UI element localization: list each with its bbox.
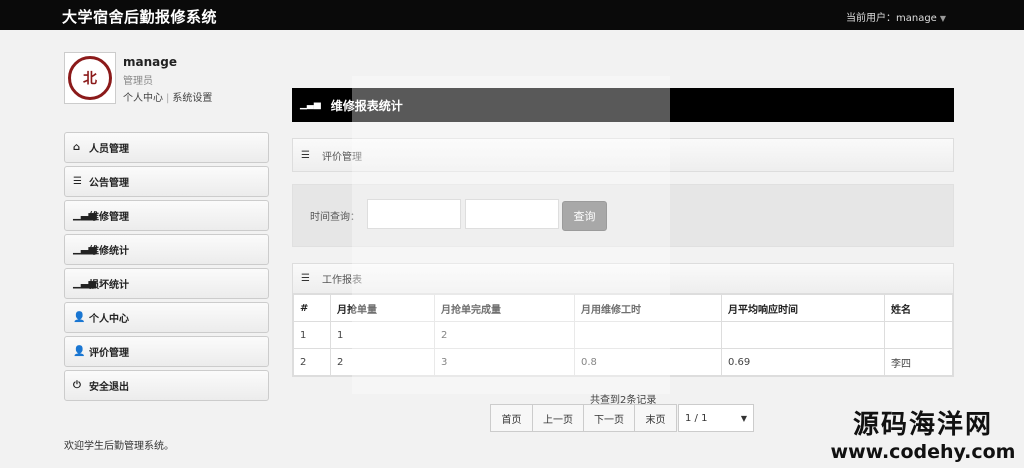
corner-watermark: 源码海洋网 www.codehy.com <box>822 410 1024 468</box>
table-header-row: # 月抢单量 月抢单完成量 月用维修工时 月平均响应时间 姓名 <box>293 294 953 322</box>
page-select[interactable]: 1 / 1 ▼ <box>678 404 754 432</box>
table-cell <box>721 321 885 349</box>
signal-icon: ▁▃▅ <box>73 244 97 255</box>
sidebar-item-repair-stats[interactable]: ▁▃▅ 维修统计 <box>64 234 269 265</box>
report-table: # 月抢单量 月抢单完成量 月用维修工时 月平均响应时间 姓名 1 1 2 2 … <box>293 294 953 376</box>
system-settings-link[interactable]: 系统设置 <box>172 93 212 104</box>
table-cell: 2 <box>293 348 331 376</box>
table-cell <box>884 321 953 349</box>
avatar: 北 <box>64 52 116 104</box>
app-title[interactable]: 大学宿舍后勤报修系统 <box>62 6 217 27</box>
prev-page-button[interactable]: 上一页 <box>532 404 584 432</box>
top-navbar: 大学宿舍后勤报修系统 当前用户：manage ▼ <box>0 0 1024 30</box>
report-panel-title: 工作报表 <box>321 275 362 286</box>
sidebar-item-label: 安全退出 <box>89 382 129 393</box>
page-select-value: 1 / 1 <box>685 412 708 424</box>
pagination: 首页 上一页 下一页 末页 1 / 1 ▼ <box>490 404 754 432</box>
sidebar-item-logout[interactable]: ⏻ 安全退出 <box>64 370 269 401</box>
time-query-label: 时间查询： <box>310 212 360 223</box>
sidebar-item-label: 评价管理 <box>89 348 129 359</box>
list-icon: ☰ <box>73 176 82 187</box>
sidebar-item-personnel[interactable]: ⌂ 人员管理 <box>64 132 269 163</box>
eval-panel-title: 评价管理 <box>321 151 362 163</box>
table-cell: 2 <box>330 348 435 376</box>
table-row: 1 1 2 <box>293 321 953 349</box>
home-icon: ⌂ <box>73 142 81 153</box>
power-icon: ⏻ <box>73 380 81 391</box>
query-button[interactable]: 查询 <box>562 201 607 231</box>
query-panel: 时间查询： 查询 <box>292 184 954 247</box>
column-header: 月平均响应时间 <box>721 294 885 322</box>
welcome-text: 欢迎学生后勤管理系统。 <box>64 441 174 452</box>
sidebar-item-label: 维修管理 <box>89 212 129 223</box>
first-page-button[interactable]: 首页 <box>490 404 533 432</box>
list-icon: ☰ <box>301 149 310 161</box>
sidebar-item-damage-stats[interactable]: ▁▃▅ 损坏统计 <box>64 268 269 299</box>
signal-icon: ▁▃▅ <box>300 100 321 110</box>
column-header: # <box>293 294 331 322</box>
column-header: 姓名 <box>884 294 953 322</box>
sidebar-item-label: 个人中心 <box>89 314 129 325</box>
table-cell <box>574 321 722 349</box>
watermark-cn-text: 源码海洋网 <box>852 410 993 440</box>
table-cell: 1 <box>330 321 435 349</box>
profile-links: 个人中心 | 系统设置 <box>123 89 212 104</box>
column-header: 月抢单量 <box>330 294 435 322</box>
sidebar-item-label: 人员管理 <box>89 144 129 155</box>
chevron-down-icon: ▼ <box>740 413 747 423</box>
user-icon: 👤 <box>73 346 86 357</box>
profile-username: manage <box>123 55 177 69</box>
table-cell: 2 <box>434 321 575 349</box>
current-user-menu[interactable]: 当前用户：manage ▼ <box>846 9 946 24</box>
caret-down-icon: ▼ <box>939 14 946 23</box>
page-title-text: 维修报表统计 <box>330 98 403 113</box>
table-cell: 0.69 <box>721 348 885 376</box>
table-row: 2 2 3 0.8 0.69 李四 <box>293 348 953 376</box>
page-title: ▁▃▅ 维修报表统计 <box>292 88 954 122</box>
sidebar-item-label: 维修统计 <box>89 246 129 257</box>
column-header: 月抢单完成量 <box>434 294 575 322</box>
sidebar-item-evaluations[interactable]: 👤 评价管理 <box>64 336 269 367</box>
university-seal-icon: 北 <box>68 56 112 100</box>
list-icon: ☰ <box>301 273 310 284</box>
table-cell: 0.8 <box>574 348 722 376</box>
start-date-input[interactable] <box>367 199 461 229</box>
watermark-url-text: www.codehy.com <box>830 441 1016 463</box>
report-panel-header: ☰ 工作报表 <box>293 264 953 294</box>
sidebar-item-personal-center[interactable]: 👤 个人中心 <box>64 302 269 333</box>
table-cell: 3 <box>434 348 575 376</box>
user-profile: 北 manage 管理员 个人中心 | 系统设置 <box>64 52 274 108</box>
profile-role: 管理员 <box>123 76 153 87</box>
signal-icon: ▁▃▅ <box>73 210 97 221</box>
table-cell: 李四 <box>884 348 953 376</box>
eval-panel-header: ☰ 评价管理 <box>292 138 954 172</box>
end-date-input[interactable] <box>465 199 559 229</box>
sidebar-item-label: 损坏统计 <box>89 280 129 291</box>
link-separator: | <box>166 93 170 104</box>
sidebar-item-notices[interactable]: ☰ 公告管理 <box>64 166 269 197</box>
current-user-label: 当前用户：manage <box>846 13 937 24</box>
signal-icon: ▁▃▅ <box>73 278 97 289</box>
sidebar-item-label: 公告管理 <box>89 178 129 189</box>
table-cell: 1 <box>293 321 331 349</box>
report-panel: ☰ 工作报表 # 月抢单量 月抢单完成量 月用维修工时 月平均响应时间 姓名 1… <box>292 263 954 377</box>
sidebar-item-repairs[interactable]: ▁▃▅ 维修管理 <box>64 200 269 231</box>
personal-center-link[interactable]: 个人中心 <box>123 93 163 104</box>
last-page-button[interactable]: 末页 <box>634 404 677 432</box>
sidebar-nav: ⌂ 人员管理 ☰ 公告管理 ▁▃▅ 维修管理 ▁▃▅ 维修统计 ▁▃▅ 损坏统计… <box>64 132 269 404</box>
next-page-button[interactable]: 下一页 <box>583 404 635 432</box>
user-icon: 👤 <box>73 312 86 323</box>
column-header: 月用维修工时 <box>574 294 722 322</box>
